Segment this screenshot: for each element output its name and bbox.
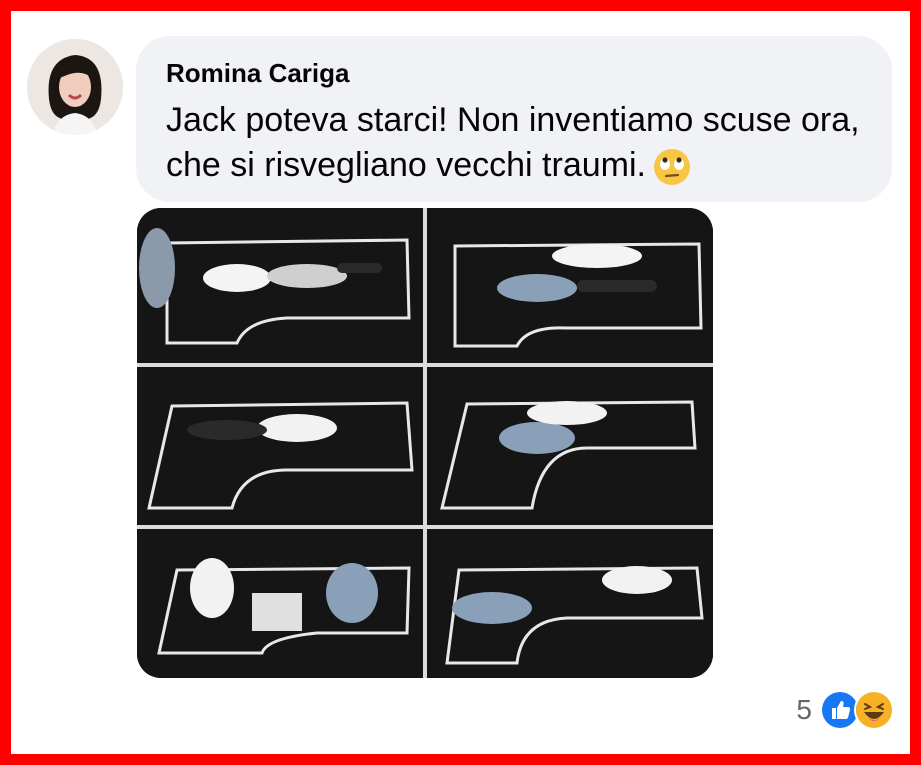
comment-text-container: Jack poteva starci! Non inventiamo scuse…: [166, 98, 876, 188]
reaction-summary[interactable]: 5: [796, 690, 894, 730]
attached-photo[interactable]: [137, 208, 713, 678]
avatar[interactable]: [27, 39, 123, 135]
comment-bubble: Romina Cariga Jack poteva starci! Non in…: [136, 36, 892, 202]
face-with-rolling-eyes-icon: [652, 147, 692, 187]
comment-text: Jack poteva starci! Non inventiamo scuse…: [166, 101, 860, 184]
haha-reaction-icon: [854, 690, 894, 730]
comment-author[interactable]: Romina Cariga: [166, 58, 350, 89]
reaction-count: 5: [796, 694, 812, 725]
